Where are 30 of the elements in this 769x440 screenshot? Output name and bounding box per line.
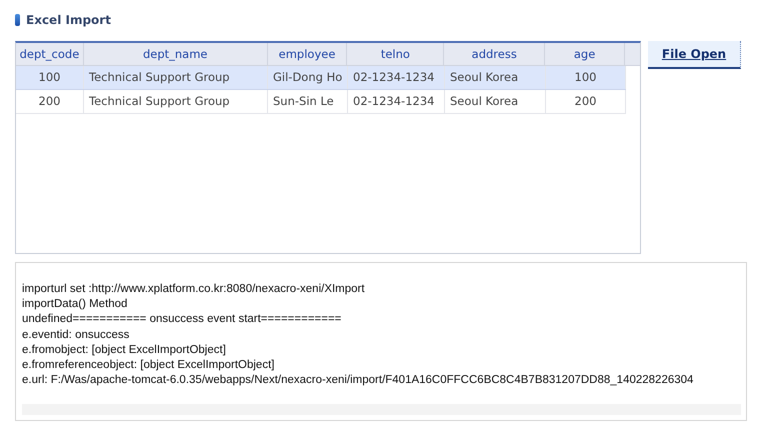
column-header[interactable]: dept_name [84,43,268,65]
table-cell: Sun-Sin Le [268,90,348,113]
column-header[interactable]: dept_code [16,43,84,65]
table-cell: 100 [16,66,84,89]
table-cell: Technical Support Group [84,66,268,89]
table-cell: 100 [546,66,626,89]
table-cell: Technical Support Group [84,90,268,113]
log-line: importurl set :http://www.xplatform.co.kr:8080/nexacro-xeni/XImport [22,282,366,297]
log-line: e.eventid: onsuccess [22,328,130,343]
table-row[interactable]: 100 Technical Support Group Gil-Dong Ho 02-1234-1234 Seoul Korea 100 [16,66,626,90]
table-cell: Gil-Dong Ho [268,66,348,89]
log-line: importData() Method [22,297,128,312]
title-bullet-icon [15,14,20,26]
log-line: e.fromobject: [object ExcelImportObject] [22,342,227,358]
column-header[interactable]: address [444,43,546,65]
table-cell: 200 [16,90,84,113]
section-title: Excel Import [26,13,111,27]
table-cell: 02-1234-1234 [348,66,445,89]
table-cell: Seoul Korea [445,90,546,113]
column-header[interactable]: telno [347,43,444,65]
file-open-button[interactable]: File Open [648,41,741,69]
log-line: e.url: F:/Was/apache-tomcat-6.0.35/webapps/Next/nexacro-xeni/import/F401A16C0FFCC6BC8C4B7B831207DD88_140228226304 [22,373,694,388]
table-cell: 02-1234-1234 [348,90,445,113]
log-line: e.fromreferenceobject: [object ExcelImportObject] [22,358,276,374]
column-header[interactable]: age [545,43,626,65]
table-row[interactable]: 200 Technical Support Group Sun-Sin Le 02-1234-1234 Seoul Korea 200 [16,90,626,114]
table-cell: Seoul Korea [445,66,546,89]
log-line: undefined=========== onsuccess event start============ [22,312,342,328]
column-header[interactable]: employee [268,43,348,65]
table-cell: 200 [546,90,626,113]
